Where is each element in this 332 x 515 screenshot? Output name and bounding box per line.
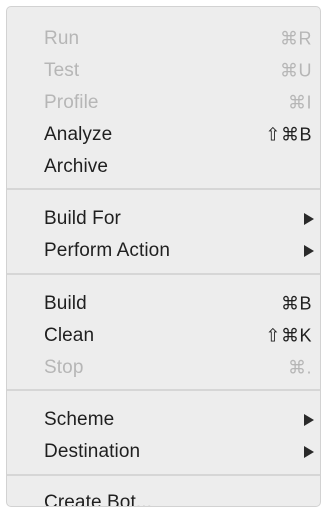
menu-item-shortcut: ⇧⌘K — [265, 325, 312, 346]
menu-item-label: Test — [44, 60, 80, 81]
menu-item-shortcut: ⌘B — [280, 293, 312, 314]
menu-item-label: Perform Action — [44, 240, 171, 261]
menu-item-label: Destination — [44, 441, 141, 462]
menu-item-clean[interactable]: Clean ⇧⌘K — [7, 320, 320, 352]
menu-item-shortcut: ⌘R — [280, 28, 312, 49]
menu-item-create-bot[interactable]: Create Bot... — [7, 487, 320, 507]
menu-item-shortcut: ⇧⌘B — [265, 124, 312, 145]
submenu-arrow-icon — [304, 245, 314, 257]
menu-item-analyze[interactable]: Analyze ⇧⌘B — [7, 119, 320, 151]
menu-separator — [7, 273, 320, 275]
menu-item-label: Stop — [44, 357, 84, 378]
menu-item-label: Profile — [44, 92, 99, 113]
menu-item-build[interactable]: Build ⌘B — [7, 288, 320, 320]
menu-item-run[interactable]: Run ⌘R — [7, 23, 320, 55]
menu-item-label: Analyze — [44, 124, 113, 145]
menu-item-label: Archive — [44, 156, 109, 177]
menu-separator — [7, 389, 320, 391]
menu-item-perform-action[interactable]: Perform Action — [7, 235, 320, 267]
menu-item-archive[interactable]: Archive — [7, 151, 320, 183]
menu-item-shortcut: ⌘I — [287, 92, 312, 113]
menu-item-stop[interactable]: Stop ⌘. — [7, 352, 320, 384]
menu-item-destination[interactable]: Destination — [7, 436, 320, 468]
menu-item-label: Scheme — [44, 409, 115, 430]
menu-item-label: Build For — [44, 208, 121, 229]
menu-item-shortcut: ⌘U — [280, 60, 312, 81]
submenu-arrow-icon — [304, 446, 314, 458]
menu-item-label: Create Bot... — [44, 492, 152, 507]
menu-item-label: Build — [44, 293, 87, 314]
menu-separator — [7, 474, 320, 476]
menu-separator — [7, 188, 320, 190]
menu-item-build-for[interactable]: Build For — [7, 203, 320, 235]
submenu-arrow-icon — [304, 213, 314, 225]
menu-item-test[interactable]: Test ⌘U — [7, 55, 320, 87]
menu-item-profile[interactable]: Profile ⌘I — [7, 87, 320, 119]
product-menu: Run ⌘R Test ⌘U Profile ⌘I Analyze ⇧⌘B Ar… — [6, 6, 321, 507]
menu-item-scheme[interactable]: Scheme — [7, 404, 320, 436]
menu-item-label: Run — [44, 28, 80, 49]
menu-item-label: Clean — [44, 325, 95, 346]
submenu-arrow-icon — [304, 414, 314, 426]
menu-item-shortcut: ⌘. — [287, 357, 312, 378]
